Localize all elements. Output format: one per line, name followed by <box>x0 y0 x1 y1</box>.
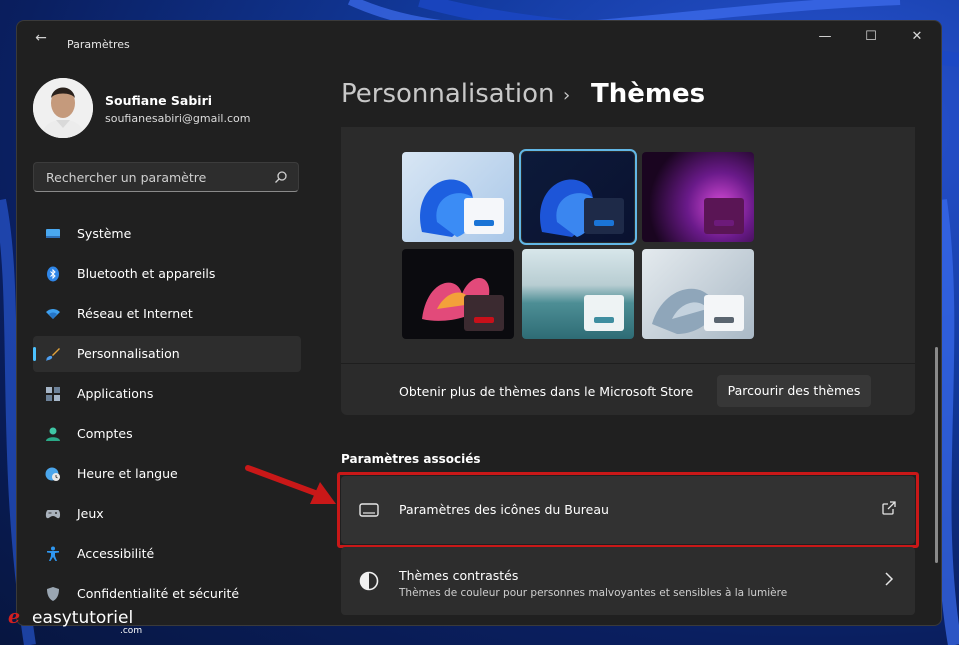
sidebar-item-label: Bluetooth et appareils <box>77 266 216 281</box>
wifi-icon <box>46 309 60 319</box>
theme-preview-window <box>584 198 624 234</box>
highlight-frame <box>337 472 919 548</box>
theme-tile-captured-motion[interactable] <box>402 249 514 339</box>
theme-preview-window <box>704 198 744 234</box>
scrollbar[interactable] <box>935 347 938 563</box>
shield-icon <box>47 587 59 601</box>
row-subtitle: Thèmes de couleur pour personnes malvoya… <box>399 587 788 599</box>
sidebar-item-label: Confidentialité et sécurité <box>77 586 240 601</box>
monitor-icon <box>46 229 60 238</box>
sidebar-item-label: Système <box>77 226 132 241</box>
divider <box>341 363 915 364</box>
brush-icon <box>46 348 60 361</box>
related-settings-heading: Paramètres associés <box>341 452 481 466</box>
contrast-icon <box>359 571 379 591</box>
page-title: Thèmes <box>591 79 706 109</box>
chevron-right-icon <box>885 572 894 586</box>
gamepad-icon <box>45 510 61 519</box>
close-button[interactable]: ✕ <box>897 27 937 47</box>
bluetooth-icon <box>47 266 59 282</box>
theme-preview-window <box>464 295 504 331</box>
title-bar: ← Paramètres — ☐ ✕ <box>17 21 941 53</box>
sidebar-item-reseau[interactable]: Réseau et Internet <box>33 296 301 332</box>
maximize-button[interactable]: ☐ <box>851 27 891 47</box>
app-title: Paramètres <box>67 38 130 51</box>
browse-themes-button[interactable]: Parcourir des thèmes <box>717 375 871 407</box>
user-name: Soufiane Sabiri <box>105 93 213 108</box>
search-input[interactable] <box>44 169 268 186</box>
sidebar-nav: Système Bluetooth et appareils Réseau et… <box>33 216 301 616</box>
accessibility-icon <box>47 546 59 561</box>
search-box[interactable] <box>33 162 299 192</box>
user-email: soufianesabiri@gmail.com <box>105 112 251 125</box>
theme-tile-flow[interactable] <box>642 249 754 339</box>
store-prompt-text: Obtenir plus de thèmes dans le Microsoft… <box>399 384 694 399</box>
sidebar-item-accessibilite[interactable]: Accessibilité <box>33 536 301 572</box>
sidebar-item-confidentialite[interactable]: Confidentialité et sécurité <box>33 576 301 612</box>
sidebar-item-label: Jeux <box>77 506 104 521</box>
theme-preview-window <box>584 295 624 331</box>
watermark: ℯ easytutoriel .com <box>8 606 142 636</box>
watermark-domain: .com <box>120 626 143 636</box>
sidebar-item-label: Heure et langue <box>77 466 178 481</box>
sidebar-item-systeme[interactable]: Système <box>33 216 301 252</box>
back-arrow-icon[interactable]: ← <box>31 29 51 47</box>
watermark-logo-icon: ℯ <box>8 606 21 628</box>
sidebar-item-label: Comptes <box>77 426 133 441</box>
settings-window: ← Paramètres — ☐ ✕ Soufiane Sabiri soufi… <box>16 20 942 626</box>
watermark-text: easytutoriel <box>32 608 134 628</box>
theme-tile-windows-light[interactable] <box>402 152 514 242</box>
sidebar-item-label: Personnalisation <box>77 346 180 361</box>
themes-card <box>341 127 915 415</box>
apps-icon <box>46 387 60 401</box>
theme-preview-window <box>464 198 504 234</box>
sidebar-item-label: Accessibilité <box>77 546 155 561</box>
search-icon[interactable] <box>274 170 288 184</box>
breadcrumb-chevron-icon: › <box>563 85 571 106</box>
annotation-arrow <box>245 465 336 504</box>
theme-tile-windows-dark[interactable] <box>519 149 637 245</box>
row-title: Thèmes contrastés <box>399 568 519 583</box>
person-icon <box>46 427 60 441</box>
theme-tile-glow[interactable] <box>642 152 754 242</box>
breadcrumb-parent[interactable]: Personnalisation <box>341 79 555 109</box>
minimize-button[interactable]: — <box>805 27 845 47</box>
sidebar-item-personnalisation[interactable]: Personnalisation <box>33 336 301 372</box>
sidebar-item-label: Applications <box>77 386 154 401</box>
avatar[interactable] <box>33 78 93 138</box>
sidebar-item-comptes[interactable]: Comptes <box>33 416 301 452</box>
sidebar-item-bluetooth[interactable]: Bluetooth et appareils <box>33 256 301 292</box>
contrast-themes-row[interactable]: Thèmes contrastés Thèmes de couleur pour… <box>341 547 915 615</box>
theme-preview-window <box>704 295 744 331</box>
globe-clock-icon <box>45 467 60 481</box>
sidebar-item-label: Réseau et Internet <box>77 306 193 321</box>
sidebar-item-applications[interactable]: Applications <box>33 376 301 412</box>
theme-tile-sunrise[interactable] <box>522 249 634 339</box>
